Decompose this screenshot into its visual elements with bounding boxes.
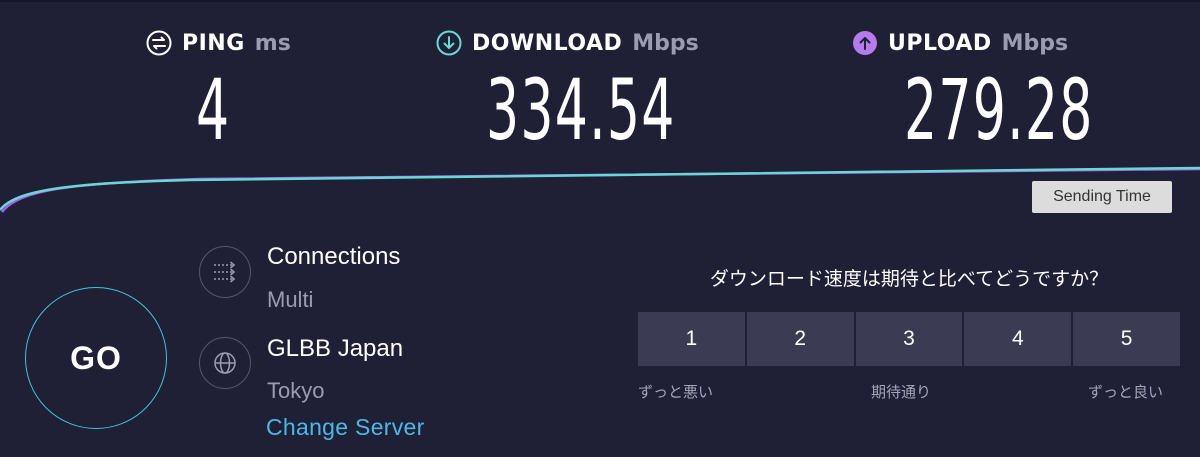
upload-metric: UPLOAD Mbps 279.28 (852, 24, 1092, 152)
download-label: DOWNLOAD (472, 30, 623, 56)
rating-button-2[interactable]: 2 (746, 312, 854, 366)
ping-icon (146, 30, 172, 56)
download-metric: DOWNLOAD Mbps 334.54 (436, 24, 699, 152)
scale-label-low: ずっと悪い (638, 383, 714, 401)
connections-icon (199, 246, 251, 298)
connections-title: Connections (267, 243, 401, 270)
scale-label-mid: 期待通り (871, 383, 932, 401)
survey-question: ダウンロード速度は期待と比べてどうですか？ (709, 268, 1109, 290)
go-button[interactable]: GO (25, 287, 167, 429)
change-server-link[interactable]: Change Server (266, 414, 425, 441)
server-location: Tokyo (267, 378, 325, 403)
upload-label: UPLOAD (888, 30, 992, 56)
upload-value: 279.28 (904, 61, 1094, 159)
graph-tooltip: Sending Time (1032, 181, 1172, 213)
upload-arrow-icon (852, 30, 878, 56)
download-unit: Mbps (632, 30, 699, 56)
globe-icon (199, 337, 251, 389)
speed-graph (0, 166, 1200, 213)
rating-buttons: 1 2 3 4 5 (638, 312, 1180, 366)
rating-button-3[interactable]: 3 (855, 312, 963, 366)
ping-unit: ms (254, 30, 291, 56)
rating-button-1[interactable]: 1 (638, 312, 745, 366)
download-header: DOWNLOAD Mbps (436, 24, 699, 62)
upload-header: UPLOAD Mbps (852, 24, 1068, 62)
server-name: GLBB Japan (267, 335, 404, 362)
ping-value: 4 (196, 61, 231, 159)
ping-metric: PING ms 4 (146, 24, 291, 152)
connections-mode: Multi (267, 287, 314, 312)
rating-button-4[interactable]: 4 (964, 312, 1072, 366)
ping-header: PING ms (146, 24, 291, 62)
download-arrow-icon (436, 30, 462, 56)
scale-label-high: ずっと良い (1088, 383, 1164, 401)
download-graph-line (0, 166, 1200, 211)
rating-button-5[interactable]: 5 (1073, 312, 1180, 366)
download-value: 334.54 (486, 61, 676, 159)
top-border (0, 0, 1200, 2)
ping-label: PING (182, 30, 245, 56)
upload-unit: Mbps (1001, 30, 1069, 56)
